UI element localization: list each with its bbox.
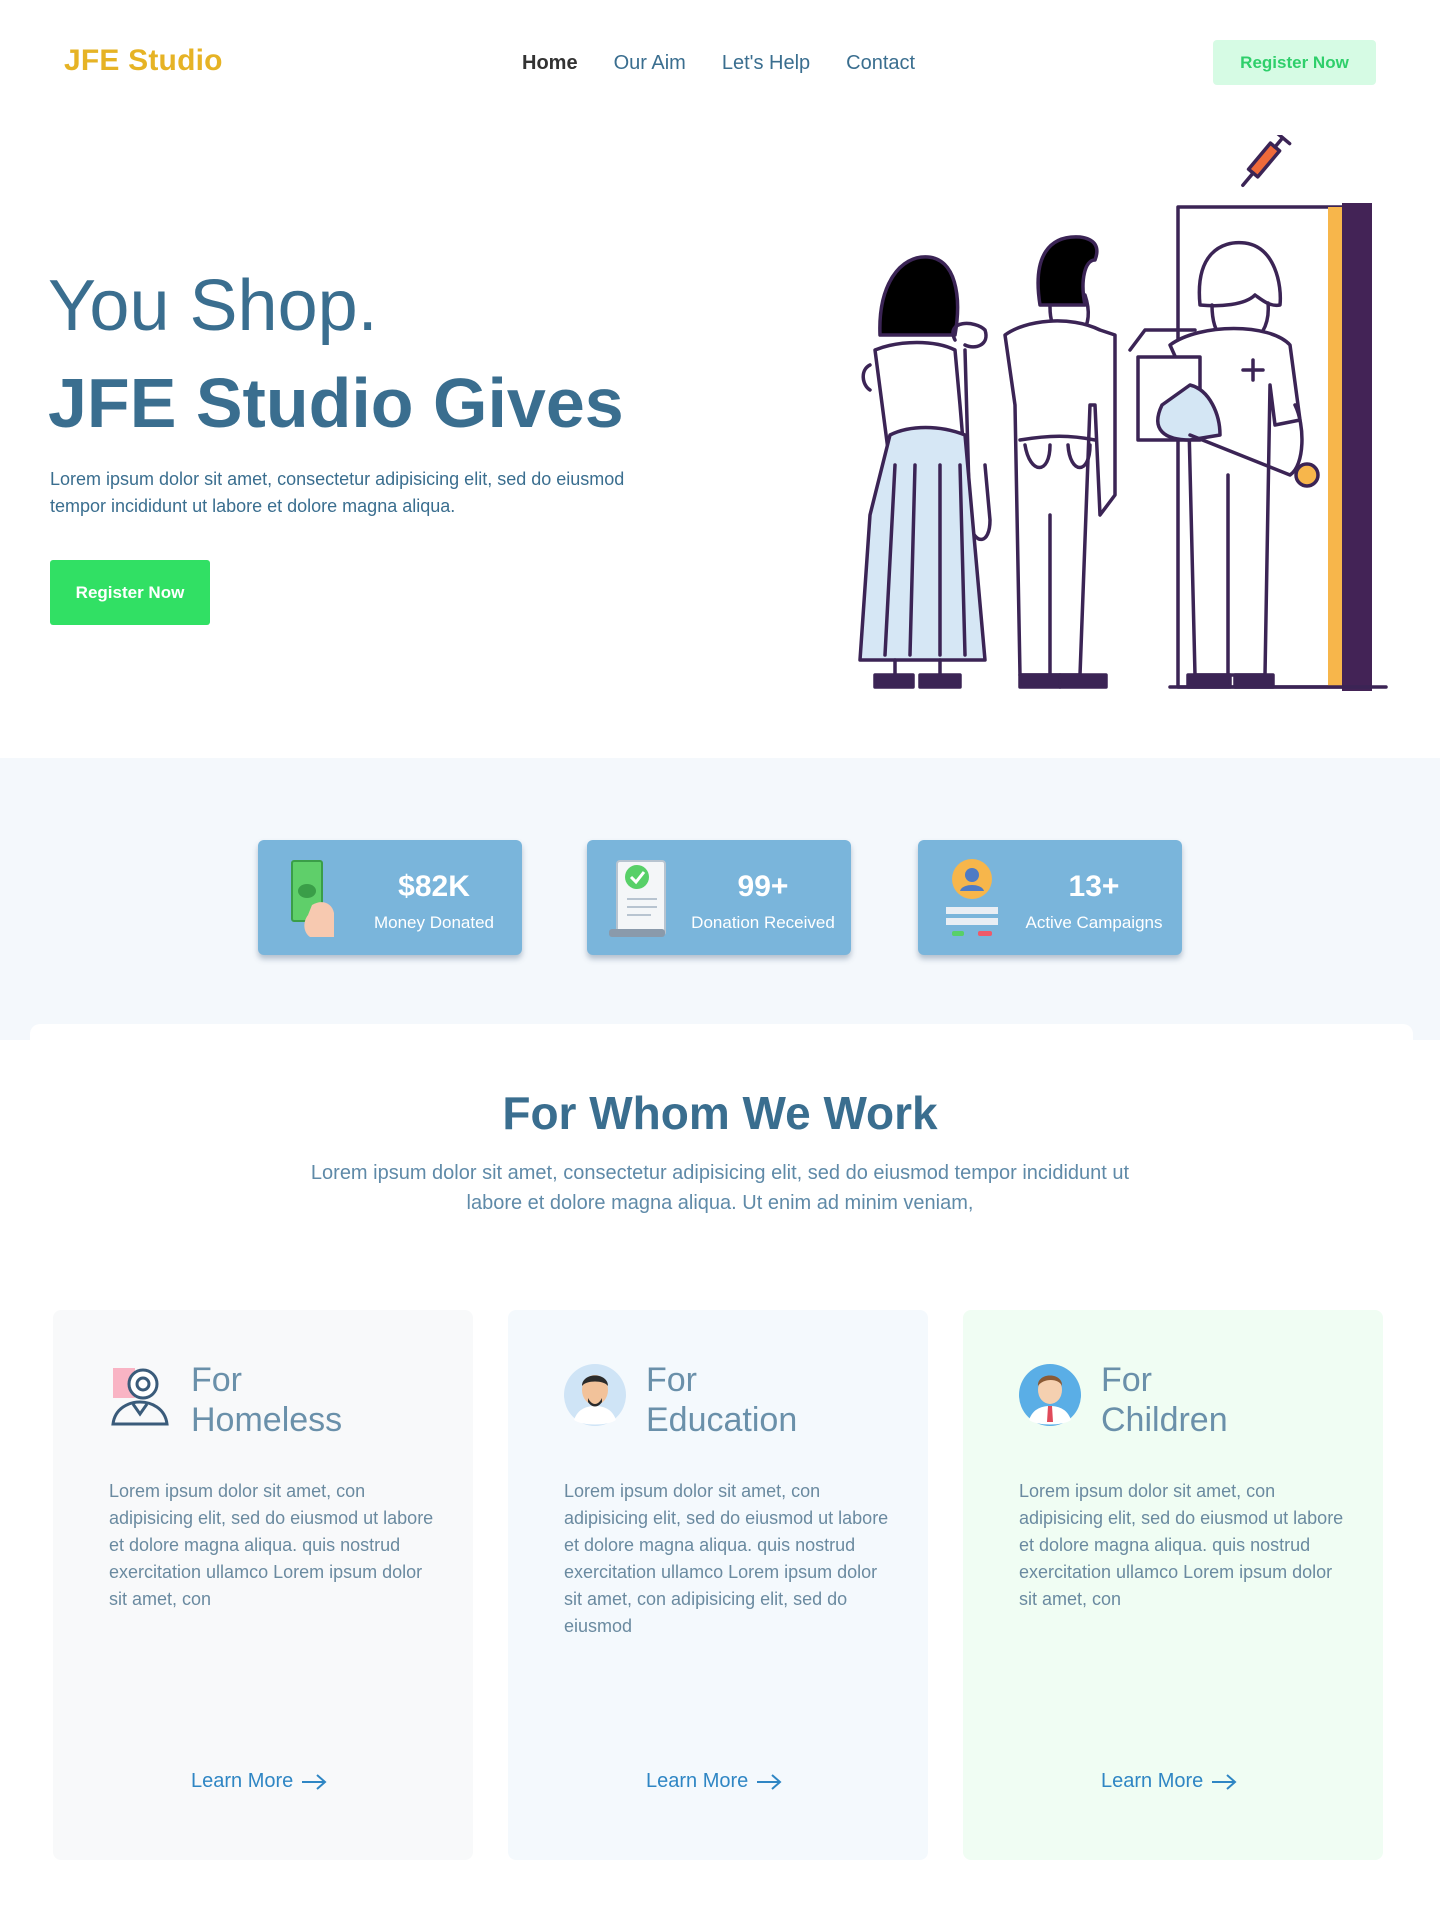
money-hand-icon (291, 860, 334, 937)
section-description: Lorem ipsum dolor sit amet, consectetur … (310, 1162, 1130, 1214)
receipt-check-icon (609, 860, 666, 937)
header-register-button[interactable]: Register Now (1213, 40, 1376, 85)
learn-more-link[interactable]: Learn More (1101, 1770, 1237, 1793)
nav-our-aim[interactable]: Our Aim (614, 52, 686, 75)
card-text: Lorem ipsum dolor sit amet, con adipisic… (109, 1481, 434, 1609)
stat-card-campaigns: 13+ Active Campaigns (918, 840, 1182, 955)
hero-description: Lorem ipsum dolor sit amet, consectetur … (50, 469, 625, 516)
card-title: For Children (1101, 1361, 1228, 1439)
stat-card-money: $82K Money Donated (258, 840, 522, 955)
stat-value: 99+ (737, 870, 789, 903)
stat-label: Money Donated (373, 913, 495, 932)
main-nav: Home Our Aim Let's Help Contact (522, 52, 915, 75)
hero-title-line1: You Shop. (48, 266, 378, 346)
arrow-right-icon (302, 1773, 327, 1790)
worker-gear-icon (111, 1368, 169, 1426)
child-avatar-icon (1019, 1364, 1081, 1426)
stat-value: 13+ (1068, 870, 1120, 903)
stat-label: Donation Received (691, 913, 835, 932)
hero-illustration (858, 135, 1388, 691)
stat-label: Active Campaigns (1025, 913, 1163, 932)
nav-contact[interactable]: Contact (846, 52, 915, 75)
user-profile-icon (946, 859, 998, 936)
hero-register-button[interactable]: Register Now (50, 560, 210, 625)
card-text: Lorem ipsum dolor sit amet, con adipisic… (1019, 1481, 1344, 1609)
card-title: For Homeless (191, 1361, 343, 1439)
learn-more-label: Learn More (1101, 1770, 1204, 1792)
learn-more-label: Learn More (191, 1770, 294, 1792)
card-education: For Education Lorem ipsum dolor sit amet,… (508, 1310, 928, 1860)
hero-title-line2: JFE Studio Gives (48, 364, 624, 442)
nav-lets-help[interactable]: Let's Help (722, 52, 810, 75)
stat-card-donations: 99+ Donation Received (587, 840, 851, 955)
learn-more-link[interactable]: Learn More (646, 1770, 782, 1793)
arrow-right-icon (757, 1773, 782, 1790)
learn-more-link[interactable]: Learn More (191, 1770, 327, 1793)
card-text: Lorem ipsum dolor sit amet, con adipisic… (564, 1481, 889, 1636)
site-header: JFE Studio Home Our Aim Let's Help Conta… (0, 0, 1440, 125)
syringe-icon (1241, 135, 1292, 188)
card-children: For Children Lorem ipsum dolor sit amet, … (963, 1310, 1383, 1860)
card-homeless: For Homeless Lorem ipsum dolor sit amet, … (53, 1310, 473, 1860)
arrow-right-icon (1212, 1773, 1237, 1790)
teacher-avatar-icon (564, 1364, 626, 1426)
section-title: For Whom We Work (502, 1087, 938, 1139)
section-top-edge (30, 1024, 1413, 1064)
card-title: For Education (646, 1361, 798, 1439)
learn-more-label: Learn More (646, 1770, 749, 1792)
nav-home[interactable]: Home (522, 52, 578, 75)
site-logo[interactable]: JFE Studio (64, 44, 223, 78)
stat-value: $82K (398, 870, 470, 903)
